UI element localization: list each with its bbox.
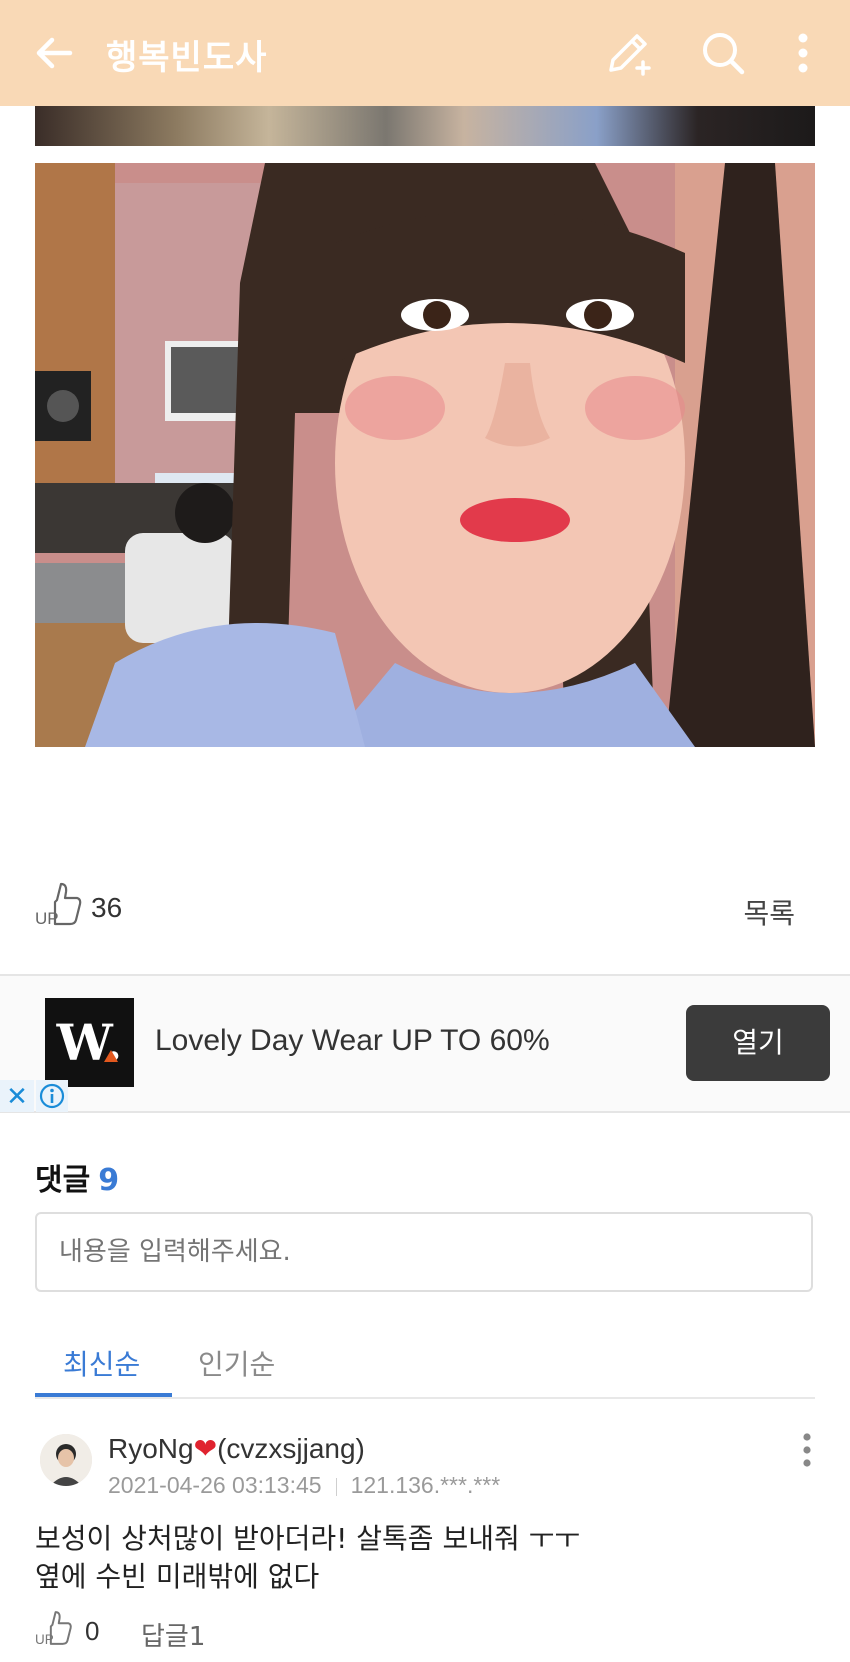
ad-logo: W. xyxy=(45,998,134,1087)
comment-author-name: RyoNg xyxy=(108,1433,194,1464)
list-button[interactable]: 목록 xyxy=(743,892,795,932)
meta-divider xyxy=(335,1477,337,1496)
post-up-count: 36 xyxy=(91,892,123,923)
comment-author[interactable]: RyoNg❤(cvzxsjjang) xyxy=(108,1432,365,1465)
top-bar: 행복빈도사 xyxy=(0,0,850,106)
post-image-previous xyxy=(35,106,815,146)
svg-text:UP: UP xyxy=(35,1632,54,1647)
comments-heading-label: 댓글 xyxy=(35,1163,91,1198)
avatar[interactable] xyxy=(40,1434,92,1486)
comment-actions: UP 0 답글1 xyxy=(35,1608,435,1652)
ad-text[interactable]: Lovely Day Wear UP TO 60% xyxy=(155,1024,550,1058)
comment-body-line: 옆에 수빈 미래밖에 없다 xyxy=(35,1560,320,1593)
comment-author-id: (cvzxsjjang) xyxy=(217,1433,365,1464)
comment-body-line: 보성이 상처많이 받아더라! 살톡좀 보내줘 ㅜㅜ xyxy=(35,1522,581,1555)
back-arrow-icon[interactable] xyxy=(32,31,76,75)
comment-up-count: 0 xyxy=(85,1616,100,1646)
reply-button[interactable]: 답글1 xyxy=(141,1616,205,1653)
comment-date: 2021-04-26 03:13:45 xyxy=(108,1472,322,1498)
board-title[interactable]: 행복빈도사 xyxy=(106,30,267,79)
thumbs-up-icon[interactable]: UP xyxy=(35,880,83,928)
tab-active-underline xyxy=(35,1393,172,1397)
tab-popular[interactable]: 인기순 xyxy=(198,1343,275,1383)
ad-banner[interactable]: W. Lovely Day Wear UP TO 60% 열기 ✕ xyxy=(0,974,850,1113)
svg-text:UP: UP xyxy=(35,909,59,928)
ad-logo-text: W. xyxy=(56,1013,123,1072)
post-reaction-row: UP 36 목록 xyxy=(35,880,815,940)
thumbs-up-icon[interactable]: UP xyxy=(35,1608,73,1648)
ad-info-icon[interactable] xyxy=(36,1080,68,1112)
comments-heading: 댓글 9 xyxy=(35,1155,119,1199)
comment-body: 보성이 상처많이 받아더라! 살톡좀 보내줘 ㅜㅜ 옆에 수빈 미래밖에 없다 xyxy=(35,1520,580,1596)
post-image xyxy=(35,163,815,747)
comment-meta: 2021-04-26 03:13:45 121.136.***.*** xyxy=(108,1472,500,1499)
more-vertical-icon[interactable] xyxy=(788,28,818,78)
write-pencil-icon[interactable] xyxy=(603,28,653,78)
comment-ip: 121.136.***.*** xyxy=(350,1472,501,1498)
comment-sort-tabs: 최신순 인기순 xyxy=(35,1335,815,1399)
comment-input[interactable] xyxy=(35,1212,813,1292)
tab-latest[interactable]: 최신순 xyxy=(63,1343,140,1383)
ad-logo-triangle xyxy=(104,1050,118,1062)
comments-count: 9 xyxy=(98,1163,120,1198)
comment-item: RyoNg❤(cvzxsjjang) 2021-04-26 03:13:45 12… xyxy=(35,1420,815,1662)
ad-close-icon[interactable]: ✕ xyxy=(0,1080,34,1112)
search-icon[interactable] xyxy=(698,28,748,78)
ad-open-button[interactable]: 열기 xyxy=(686,1005,830,1081)
heart-icon: ❤ xyxy=(193,1433,218,1464)
comment-more-icon[interactable] xyxy=(800,1430,814,1470)
